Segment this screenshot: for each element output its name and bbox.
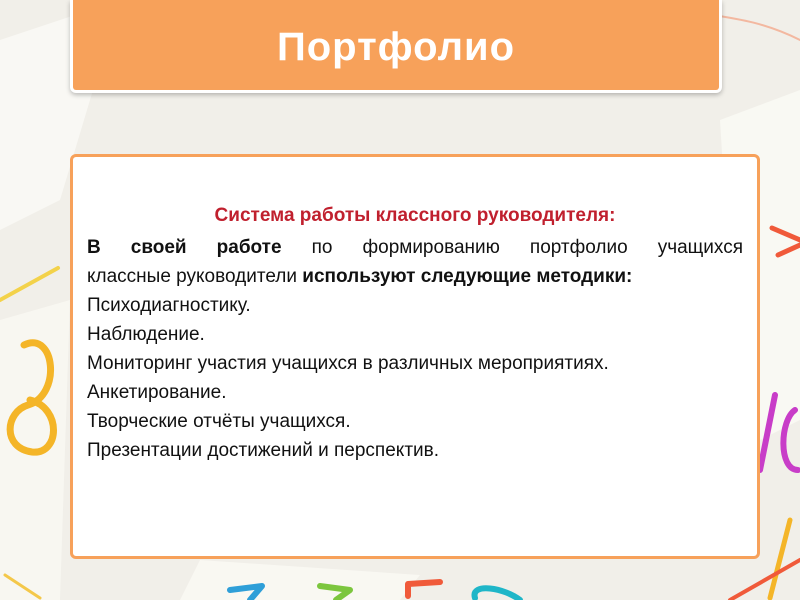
intro-text-2: классные руководители [87, 266, 303, 287]
scribble-left [0, 266, 60, 302]
digit-8-bottom [471, 585, 523, 600]
method-item: Мониторинг участия учащихся в различных … [87, 353, 609, 374]
intro-line-2: классные руководители используют следующ… [87, 262, 743, 291]
scribble-bottom-right [728, 558, 800, 600]
slide-subtitle: Система работы классного руководителя: [214, 205, 616, 226]
intro-bold-2: используют следующие методики: [302, 266, 633, 287]
title-bar: Портфолио [70, 0, 722, 93]
content-box: Система работы классного руководителя: В… [70, 154, 760, 559]
slide-title: Портфолио [276, 24, 516, 69]
method-item: Психодиагностику. [87, 295, 251, 316]
method-item: Наблюдение. [87, 324, 205, 345]
intro-bold-1: В своей работе [87, 237, 282, 258]
method-item: Анкетирование. [87, 382, 227, 403]
intro-line-1: В своей работе по формированию портфолио… [87, 233, 743, 262]
method-item: Творческие отчёты учащихся. [87, 411, 351, 432]
method-item: Презентации достижений и перспектив. [87, 440, 440, 461]
digit-1-right-2 [767, 517, 793, 600]
digit-5-bottom [405, 579, 443, 599]
intro-text-1: по формированию портфолио учащихся [281, 237, 743, 258]
